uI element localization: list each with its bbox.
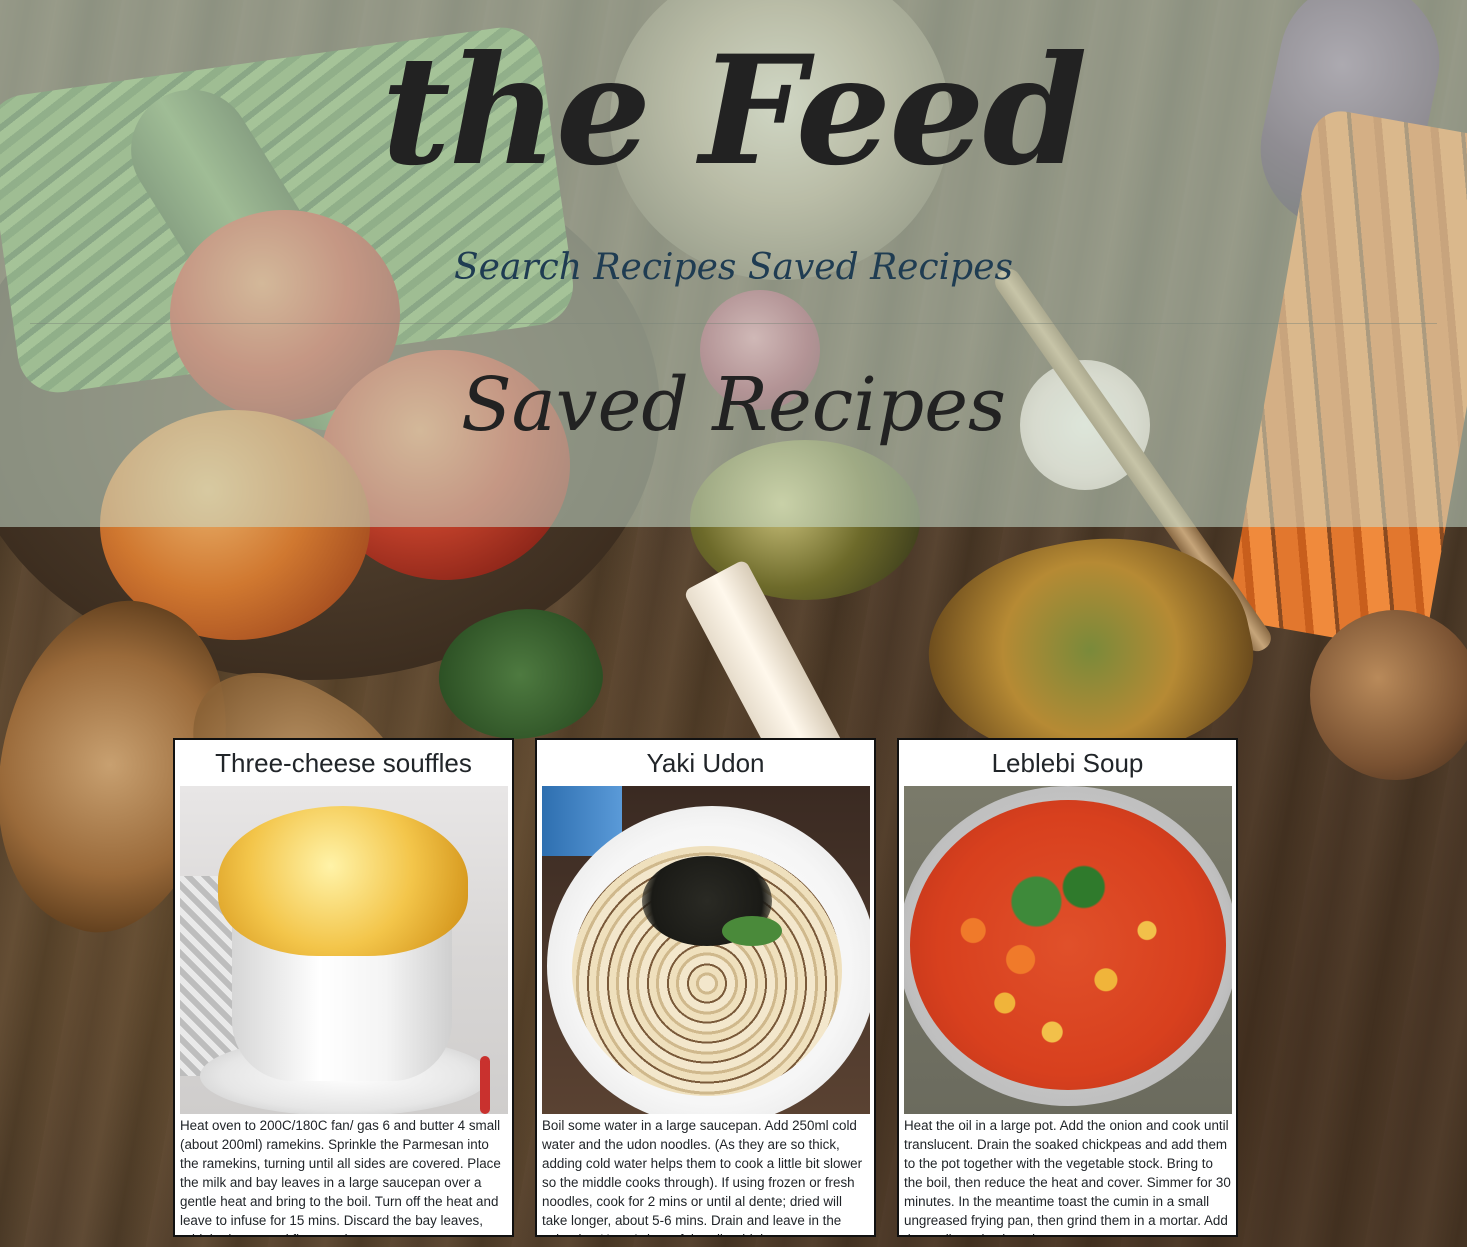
recipe-instructions: Boil some water in a large saucepan. Add…: [542, 1118, 863, 1235]
site-header: the Feed Search Recipes Saved Recipes Sa…: [0, 0, 1467, 527]
recipe-instructions: Heat the oil in a large pot. Add the oni…: [904, 1118, 1231, 1235]
recipe-title: Leblebi Soup: [991, 748, 1144, 778]
main-nav: Search Recipes Saved Recipes: [0, 240, 1467, 296]
brand-logo[interactable]: the Feed: [0, 16, 1467, 206]
recipe-card[interactable]: Yaki Udon Boil some water in a large sau…: [535, 738, 876, 1237]
recipe-card[interactable]: Leblebi Soup Heat the oil in a large pot…: [897, 738, 1238, 1237]
wooden-ladle: [1310, 610, 1467, 780]
nav-search-recipes-link[interactable]: Search Recipes: [454, 247, 736, 288]
recipe-image: [179, 786, 508, 1114]
recipe-instructions: Heat oven to 200C/180C fan/ gas 6 and bu…: [180, 1118, 501, 1235]
recipe-image: [903, 786, 1232, 1114]
saved-recipes-list: Three-cheese souffles Heat oven to 200C/…: [173, 738, 1238, 1237]
greens: [721, 916, 782, 946]
souffle-top: [217, 806, 468, 956]
recipe-title: Yaki Udon: [646, 748, 765, 778]
divider: [30, 323, 1437, 324]
recipe-image: [541, 786, 870, 1114]
recipe-card[interactable]: Three-cheese souffles Heat oven to 200C/…: [173, 738, 514, 1237]
red-stripe: [479, 1056, 490, 1114]
recipe-title: Three-cheese souffles: [215, 748, 472, 778]
page-title: Saved Recipes: [460, 362, 1007, 448]
nav-saved-recipes-link[interactable]: Saved Recipes: [748, 247, 1013, 288]
soup-broth: [909, 800, 1226, 1090]
